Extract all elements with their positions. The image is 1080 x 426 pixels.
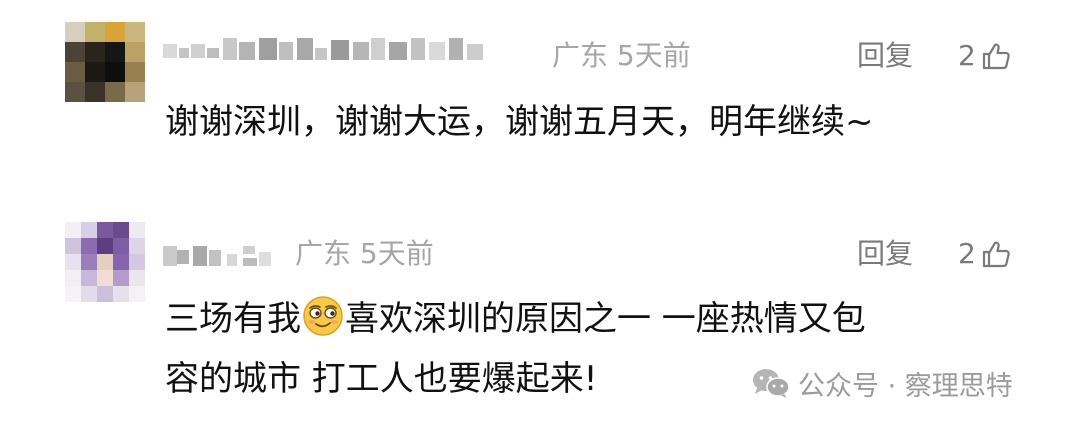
avatar[interactable] xyxy=(65,22,145,102)
username-blurred[interactable] xyxy=(163,30,493,70)
comment-item: 广东 5天前 回复 2 谢谢深圳，谢谢大运，谢谢五月天，明年继续~ xyxy=(0,0,1080,200)
wechat-icon xyxy=(752,367,790,399)
comment-text-line: 三场有我 喜欢深圳的原因之一 一座热情又包 xyxy=(165,289,866,349)
reply-button[interactable]: 回复 xyxy=(857,236,913,272)
watermark: 公众号 · 察理思特 xyxy=(752,365,1013,402)
region-time: 广东 5天前 xyxy=(552,39,691,72)
thumbs-up-icon[interactable] xyxy=(980,238,1012,270)
like-count: 2 xyxy=(958,237,976,270)
thumbs-up-icon[interactable] xyxy=(980,40,1012,72)
comment-text-line: 谢谢深圳，谢谢大运，谢谢五月天，明年继续~ xyxy=(165,102,874,142)
like-button[interactable]: 2 xyxy=(958,236,1012,272)
comment-text-after-emoji: 喜欢深圳的原因之一 一座热情又包 xyxy=(345,299,866,339)
region-time: 广东 5天前 xyxy=(295,237,434,270)
smirk-face-emoji-icon xyxy=(302,295,344,337)
reply-button[interactable]: 回复 xyxy=(857,38,913,74)
comment-text: 谢谢深圳，谢谢大运，谢谢五月天，明年继续~ xyxy=(165,92,874,152)
comment-text-before-emoji: 三场有我 xyxy=(165,299,301,339)
avatar[interactable] xyxy=(65,222,145,302)
like-button[interactable]: 2 xyxy=(958,38,1012,74)
username-blurred[interactable] xyxy=(163,236,281,276)
like-count: 2 xyxy=(958,39,976,72)
watermark-text: 公众号 · 察理思特 xyxy=(798,370,1013,402)
